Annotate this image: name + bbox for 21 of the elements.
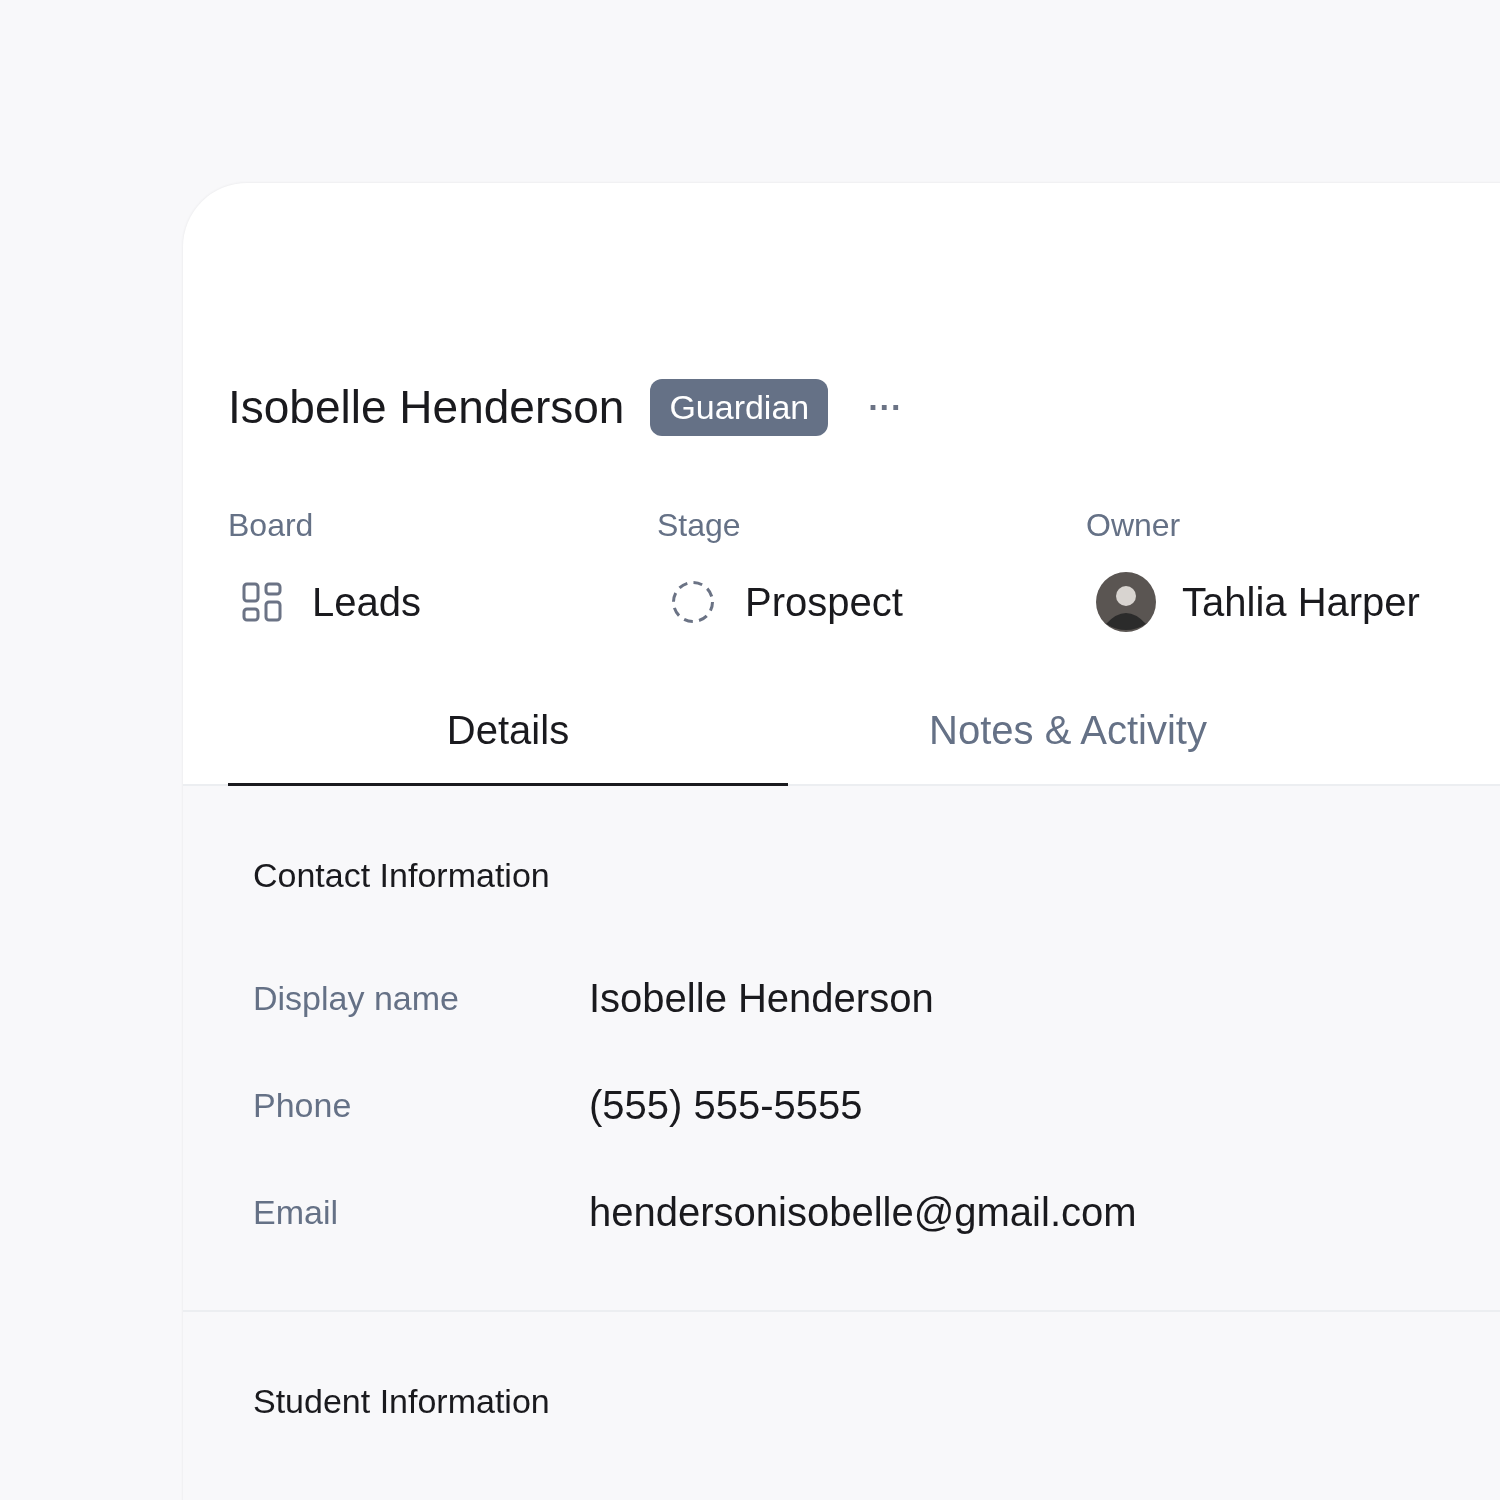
avatar [1096,572,1156,632]
row-label: Email [253,1193,340,1232]
grid-icon [242,582,282,622]
field-label: Stage [657,507,741,544]
more-button[interactable]: ··· [864,387,907,427]
field-label: Owner [1086,507,1181,544]
row-value: Isobelle Henderson [589,976,934,1021]
dashed-circle-icon [671,580,715,624]
row-value: (555) 555-5555 [589,1083,863,1128]
section-title: Contact Information [253,856,550,895]
field-label: Board [228,507,314,544]
tab[interactable]: Notes & Activity [788,686,1348,786]
field-value: Tahlia Harper [1182,579,1420,625]
row-label: Phone [253,1086,353,1125]
contact-name: Isobelle Henderson [228,380,625,434]
row-label: Display name [253,979,460,1018]
row-value: hendersonisobelle@gmail.com [589,1190,1137,1235]
field-value: Prospect [745,579,903,625]
role-badge: Guardian [650,378,829,436]
field-value: Leads [312,579,421,625]
section-title: Student Information [253,1382,550,1421]
